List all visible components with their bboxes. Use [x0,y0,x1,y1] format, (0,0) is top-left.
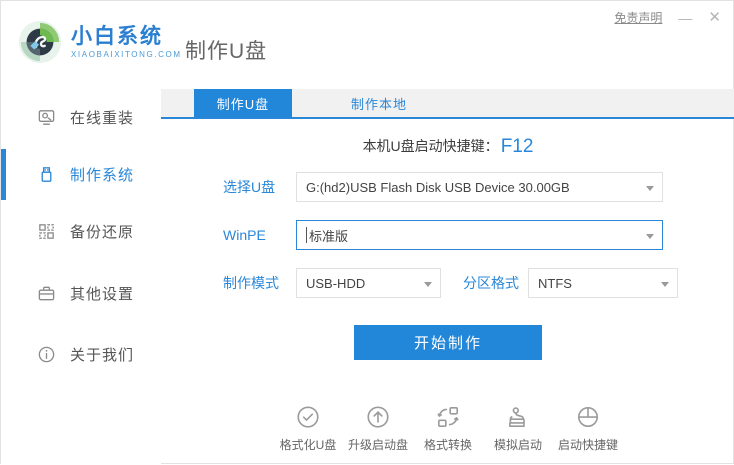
usb-drive-icon [41,167,52,182]
tool-label: 格式转换 [423,438,472,452]
tab-make-local[interactable]: 制作本地 [330,89,428,117]
tab-make-usb[interactable]: 制作U盘 [194,89,292,117]
chevron-down-icon [646,186,654,191]
tool-label: 启动快捷键 [557,438,618,452]
text-cursor [306,227,307,243]
backup-grid-icon [39,224,54,239]
info-icon [38,346,55,363]
format-convert-icon [437,406,459,428]
sidebar-item-other-settings[interactable]: 其他设置 [1,265,161,322]
sidebar: 在线重装 制作系统 备份还原 其他设置 关于我们 [1,89,161,465]
winpe-select-value: 标准版 [309,228,349,244]
mode-select[interactable]: USB-HDD [296,268,441,298]
briefcase-icon [38,286,55,301]
winpe-select-label: WinPE [223,227,266,243]
format-usb-icon [297,406,319,428]
partition-select-value: NTFS [538,275,572,291]
brand-domain: XIAOBAIXITONG.COM [71,50,182,60]
app-window: { "window": { "disclaimer": "免责声明", "min… [0,0,734,465]
mode-select-value: USB-HDD [306,275,366,291]
usb-select-value: G:(hd2)USB Flash Disk USB Device 30.00GB [306,179,570,195]
tool-upgrade-boot[interactable]: 升级启动盘 [343,404,413,453]
disclaimer-link[interactable]: 免责声明 [614,9,662,26]
winpe-select[interactable]: 标准版 [296,220,663,250]
brand-logo: 小白系统 XIAOBAIXITONG.COM [17,19,182,65]
mode-select-label: 制作模式 [223,275,279,291]
monitor-reinstall-icon [38,110,55,125]
tool-boot-hotkey[interactable]: 启动快捷键 [553,404,623,453]
mode-partition-row: 制作模式 USB-HDD 分区格式 NTFS [161,268,734,298]
sidebar-item-label: 备份还原 [70,224,135,241]
boot-hotkey-value: F12 [500,136,534,157]
brand-logo-icon [18,20,62,64]
sidebar-item-backup-restore[interactable]: 备份还原 [1,203,161,260]
minimize-button[interactable]: — [678,11,692,25]
boot-hotkey-label: 本机U盘启动快捷键： [362,138,499,154]
sidebar-item-about-us[interactable]: 关于我们 [1,326,161,383]
sidebar-item-make-system[interactable]: 制作系统 [1,146,161,203]
usb-select-row: 选择U盘 G:(hd2)USB Flash Disk USB Device 30… [161,172,734,202]
brand-name: 小白系统 [71,24,163,48]
window-controls: 免责声明 — ✕ [614,9,721,26]
start-make-button[interactable]: 开始制作 [354,325,542,360]
sidebar-item-label: 关于我们 [70,347,135,364]
tab-bar: 制作U盘 制作本地 [161,89,734,119]
close-button[interactable]: ✕ [708,10,721,25]
tool-label: 格式化U盘 [279,438,337,452]
chevron-down-icon [661,282,669,287]
usb-select-label: 选择U盘 [223,179,276,195]
winpe-select-row: WinPE 标准版 [161,220,734,250]
tool-simulate-boot[interactable]: 模拟启动 [483,404,553,453]
chevron-down-icon [424,282,432,287]
sidebar-item-label: 制作系统 [70,167,135,184]
boot-hotkey-icon [577,406,599,428]
sidebar-item-label: 在线重装 [70,110,135,127]
brand-texts: 小白系统 XIAOBAIXITONG.COM [71,25,182,59]
simulate-boot-icon [509,407,525,428]
page-title: 制作U盘 [185,40,268,63]
boot-hotkey-line: 本机U盘启动快捷键： F12 [161,134,734,158]
tools-row: 格式化U盘 升级启动盘 格式转换 模拟启动 启动快捷键 [161,404,734,453]
tool-format-usb[interactable]: 格式化U盘 [273,404,343,453]
tool-label: 升级启动盘 [347,438,408,452]
usb-select[interactable]: G:(hd2)USB Flash Disk USB Device 30.00GB [296,172,663,202]
partition-select[interactable]: NTFS [528,268,678,298]
chevron-down-icon [646,234,654,239]
form: 选择U盘 G:(hd2)USB Flash Disk USB Device 30… [161,172,734,298]
tool-format-convert[interactable]: 格式转换 [413,404,483,453]
sidebar-item-online-reinstall[interactable]: 在线重装 [1,89,161,146]
tool-label: 模拟启动 [493,438,542,452]
main-content: 制作U盘 制作本地 本机U盘启动快捷键： F12 选择U盘 G:(hd2)USB … [161,89,734,465]
upgrade-boot-icon [367,406,389,428]
sidebar-item-label: 其他设置 [70,286,135,303]
partition-select-label: 分区格式 [463,275,519,291]
